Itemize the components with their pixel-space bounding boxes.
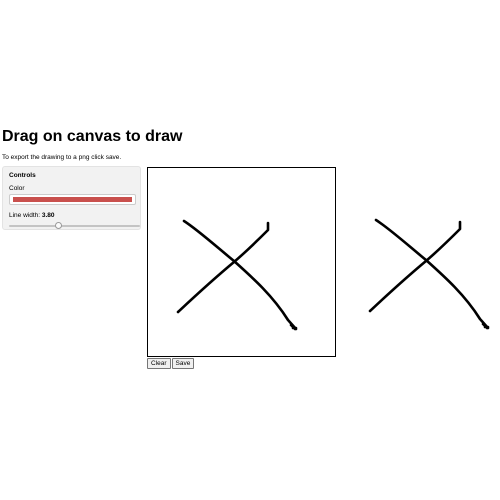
drawing-canvas[interactable] — [147, 167, 336, 357]
drawn-stroke — [182, 219, 298, 331]
slider-track — [9, 225, 140, 227]
save-button[interactable]: Save — [171, 358, 195, 369]
color-picker[interactable] — [9, 194, 136, 205]
controls-panel: Controls Color Line width: 3.80 — [2, 166, 141, 230]
preview-stroke — [368, 220, 462, 313]
action-buttons: Clear Save — [147, 358, 195, 369]
line-width-slider[interactable] — [9, 222, 140, 230]
drawn-stroke — [176, 221, 270, 314]
preview-drawing — [368, 218, 490, 330]
clear-button[interactable]: Clear — [147, 358, 171, 369]
page-title: Drag on canvas to draw — [2, 128, 183, 145]
color-label: Color — [9, 185, 25, 192]
canvas-drawing — [176, 219, 298, 331]
slider-thumb[interactable] — [55, 222, 63, 229]
export-instructions: To export the drawing to a png click sav… — [2, 154, 122, 161]
preview-stroke — [374, 218, 490, 330]
line-width-label: Line width: 3.80 — [9, 212, 55, 220]
exported-preview — [340, 167, 498, 357]
controls-heading: Controls — [9, 172, 36, 179]
color-swatch — [13, 197, 132, 202]
page: Drag on canvas to draw To export the dra… — [0, 0, 500, 500]
line-width-value: 3.80 — [41, 212, 55, 219]
line-width-caption: Line width: — [9, 212, 41, 219]
